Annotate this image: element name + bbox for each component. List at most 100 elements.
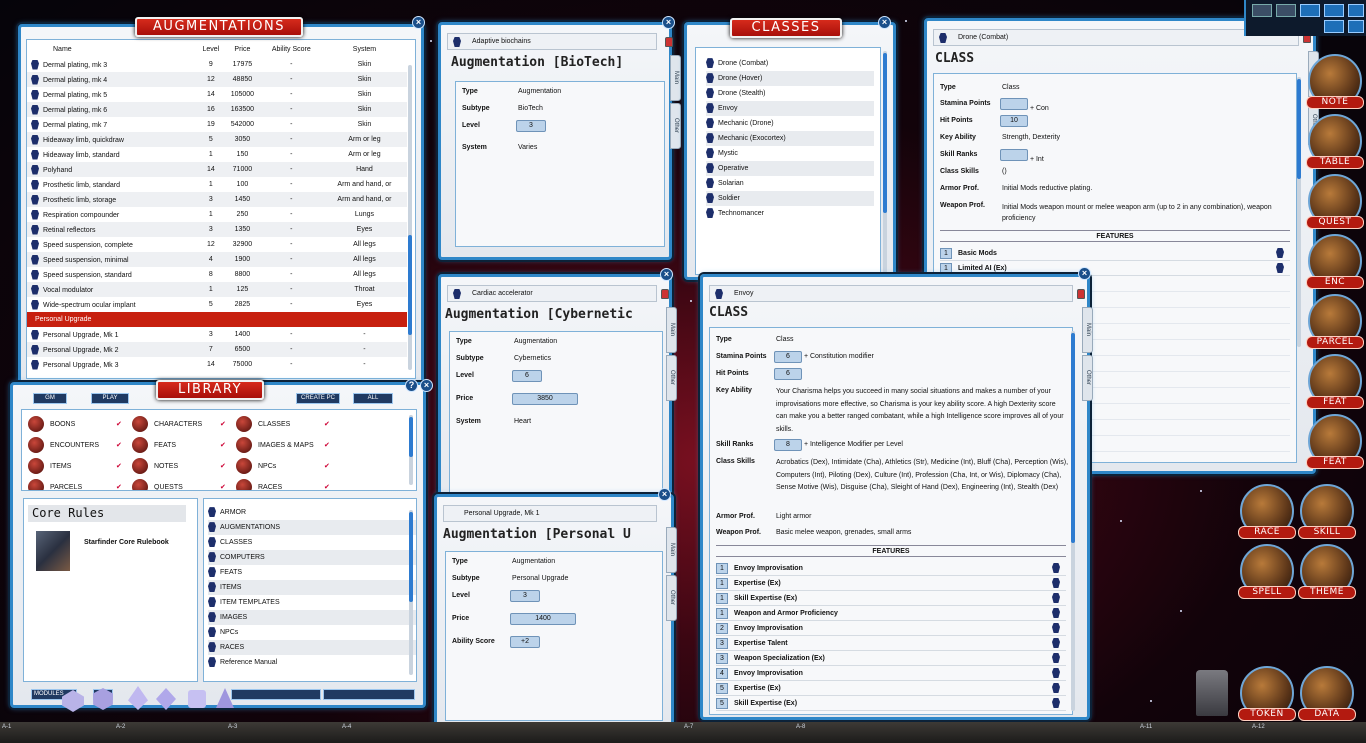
lock-icon[interactable]	[1077, 289, 1085, 299]
table-row[interactable]: Speed suspension, standard 8 8800 - All legs	[27, 267, 407, 282]
level-field[interactable]: 3	[510, 590, 540, 602]
tab-other[interactable]: Other	[670, 103, 681, 149]
d20-icon[interactable]	[62, 690, 84, 712]
sidebar-theme-button[interactable]: THEME	[1298, 586, 1356, 599]
library-section-item[interactable]: COMPUTERS	[208, 550, 416, 565]
library-category[interactable]: ITEMS ✔	[28, 458, 122, 474]
feature-link-icon[interactable]	[1052, 683, 1060, 693]
sidebar-feat-button[interactable]: FEAT	[1306, 396, 1364, 409]
sr-field[interactable]	[1000, 149, 1028, 161]
table-row[interactable]: Respiration compounder 1 250 - Lungs	[27, 207, 407, 222]
library-section-item[interactable]: Reference Manual	[208, 655, 416, 670]
library-section-item[interactable]: RACES	[208, 640, 416, 655]
sidebar-feat-button[interactable]: FEAT	[1306, 456, 1364, 469]
filter-all-button[interactable]: ALL	[353, 393, 393, 404]
library-sections-scrollbar[interactable]	[409, 510, 413, 675]
library-section-item[interactable]: ITEM TEMPLATES	[208, 595, 416, 610]
sp-field[interactable]: 6	[774, 351, 802, 363]
users-icon[interactable]	[1324, 4, 1344, 17]
biotech-close-button[interactable]: ×	[662, 16, 675, 29]
filter-gm-button[interactable]: GM	[33, 393, 67, 404]
library-category[interactable]: QUESTS ✔	[132, 479, 226, 490]
checkmark-icon[interactable]: ✔	[324, 484, 330, 490]
table-row[interactable]: Hideaway limb, quickdraw 5 3050- Arm or leg	[27, 132, 407, 147]
checkmark-icon[interactable]: ✔	[324, 442, 330, 449]
filter-create-pc-button[interactable]: CREATE PC	[296, 393, 340, 404]
dice-tower[interactable]	[1196, 670, 1228, 716]
personal-close-button[interactable]: ×	[658, 488, 671, 501]
biotech-name-field[interactable]: Adaptive biochains	[447, 33, 657, 50]
library-section-item[interactable]: ARMOR	[208, 505, 416, 520]
class-list-item[interactable]: Mystic	[706, 146, 874, 161]
library-close-button[interactable]: ×	[420, 379, 433, 392]
feature-link-icon[interactable]	[1052, 638, 1060, 648]
sidebar-spell-button[interactable]: SPELL	[1238, 586, 1296, 599]
feature-link-icon[interactable]	[1052, 698, 1060, 708]
feature-link-icon[interactable]	[1052, 668, 1060, 678]
table-row[interactable]: Speed suspension, complete 12 32900 - All le…	[27, 237, 407, 252]
augmentations-close-button[interactable]: ×	[412, 16, 425, 29]
checkmark-icon[interactable]: ✔	[116, 463, 122, 470]
feature-row[interactable]: 1 Expertise (Ex)	[716, 576, 1066, 591]
group-header-row[interactable]: Personal Upgrade	[27, 312, 407, 327]
library-section-item[interactable]: IMAGES	[208, 610, 416, 625]
level-field[interactable]: 3	[516, 120, 546, 132]
checkmark-icon[interactable]: ✔	[220, 484, 226, 490]
table-row[interactable]: Personal Upgrade, Mk 1 3 1400 - -	[27, 327, 407, 342]
library-section-item[interactable]: CLASSES	[208, 535, 416, 550]
sidebar-race-button[interactable]: RACE	[1238, 526, 1296, 539]
library-category[interactable]: ENCOUNTERS ✔	[28, 437, 122, 453]
checkmark-icon[interactable]: ✔	[116, 421, 122, 428]
add-remove-icon[interactable]	[1348, 20, 1364, 33]
table-row[interactable]: Speed suspension, minimal 4 1900- All legs	[27, 252, 407, 267]
lock-icon[interactable]	[665, 37, 673, 47]
library-category[interactable]: FEATS ✔	[132, 437, 226, 453]
library-category[interactable]: IMAGES & MAPS ✔	[236, 437, 330, 453]
hp-field[interactable]: 6	[774, 368, 802, 380]
filter-play-button[interactable]: PLAY	[91, 393, 129, 404]
class-list-item[interactable]: Drone (Hover)	[706, 71, 874, 86]
feature-row[interactable]: 1 Skill Expertise (Ex)	[716, 591, 1066, 606]
class-list-item[interactable]: Technomancer	[706, 206, 874, 221]
feature-row[interactable]: 3 Expertise Talent	[716, 636, 1066, 651]
module-cover-image[interactable]	[36, 531, 70, 571]
zoom-icon[interactable]	[1324, 20, 1344, 33]
checkmark-icon[interactable]: ✔	[220, 463, 226, 470]
feature-link-icon[interactable]	[1052, 608, 1060, 618]
feature-row[interactable]: 4 Envoy Improvisation	[716, 666, 1066, 681]
table-row[interactable]: Prosthetic limb, storage 3 1450- Arm and ha…	[27, 192, 407, 207]
price-field[interactable]: 1400	[510, 613, 576, 625]
feature-row[interactable]: 5 Expertise (Ex)	[716, 681, 1066, 696]
level-field[interactable]: 6	[512, 370, 542, 382]
table-row[interactable]: Dermal plating, mk 7 19 542000 - Skin	[27, 117, 407, 132]
table-row[interactable]: Personal Upgrade, Mk 2 7 6500- -	[27, 342, 407, 357]
feature-link-icon[interactable]	[1052, 593, 1060, 603]
library-help-button[interactable]: ?	[405, 379, 418, 392]
cardiac-name-field[interactable]: Cardiac accelerator	[447, 285, 657, 302]
class-list-item[interactable]: Solarian	[706, 176, 874, 191]
envoy-scrollbar[interactable]	[1071, 331, 1075, 711]
library-bottom-slot-2[interactable]	[323, 689, 415, 700]
library-category[interactable]: PARCELS ✔	[28, 479, 122, 490]
tab-other[interactable]: Other	[1082, 355, 1093, 401]
table-row[interactable]: Dermal plating, mk 5 14 105000 - Skin	[27, 87, 407, 102]
checkmark-icon[interactable]: ✔	[324, 463, 330, 470]
d6-icon[interactable]	[188, 690, 206, 708]
feature-link-icon[interactable]	[1052, 563, 1060, 573]
class-list-item[interactable]: Envoy	[706, 101, 874, 116]
tab-main[interactable]: Main	[670, 55, 681, 101]
checkmark-icon[interactable]: ✔	[116, 484, 122, 490]
feature-row[interactable]: 5 Skill Expertise (Ex)	[716, 696, 1066, 711]
table-row[interactable]: Dermal plating, mk 4 12 48850- Skin	[27, 72, 407, 87]
class-list-item[interactable]: Mechanic (Drone)	[706, 116, 874, 131]
tab-main[interactable]: Main	[666, 307, 677, 353]
sidebar-data-button[interactable]: DATA	[1298, 708, 1356, 721]
table-row[interactable]: Wide-spectrum ocular implant 5 2825 - Eyes	[27, 297, 407, 312]
pointer-tool-icon[interactable]	[1252, 4, 1272, 17]
sr-field[interactable]: 8	[774, 439, 802, 451]
classes-close-button[interactable]: ×	[878, 16, 891, 29]
feature-row[interactable]: 1 Envoy Improvisation	[716, 561, 1066, 576]
d8-icon[interactable]	[156, 688, 176, 710]
tab-main[interactable]: Main	[1082, 307, 1093, 353]
d4-icon[interactable]	[216, 688, 234, 708]
